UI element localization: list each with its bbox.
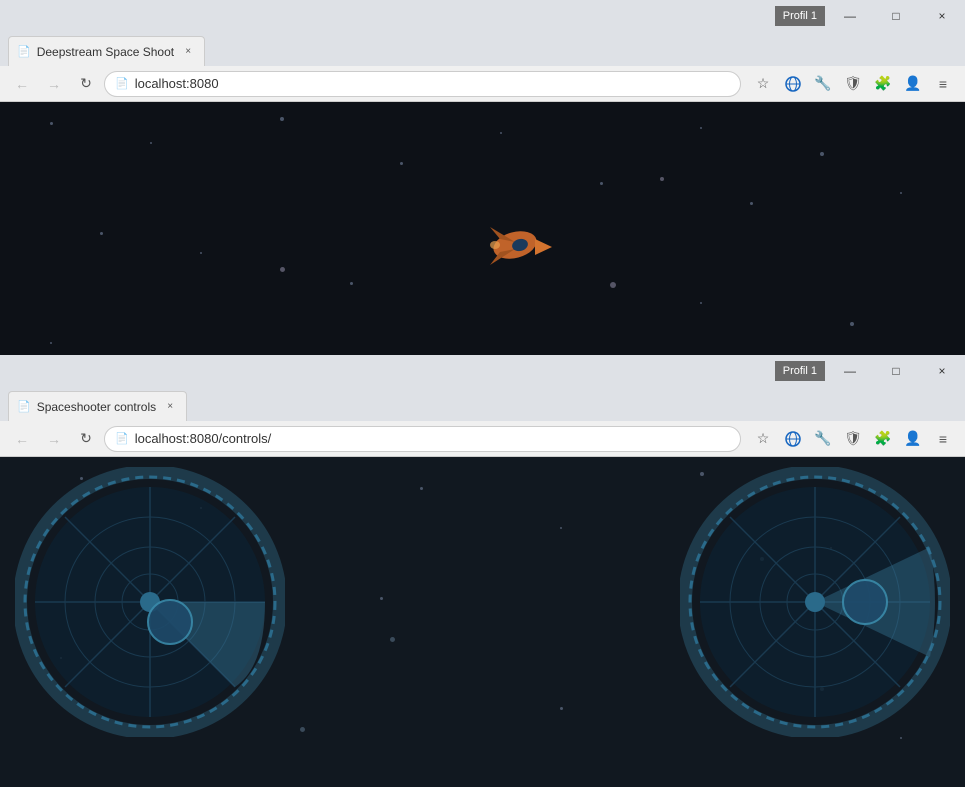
star [560, 527, 562, 529]
close-button-1[interactable]: × [919, 0, 965, 32]
title-bar-right-1: Profil 1 — □ × [775, 0, 965, 32]
profile-icon-1[interactable]: 👤 [899, 70, 927, 98]
profile-badge-2[interactable]: Profil 1 [775, 361, 825, 381]
back-button-2[interactable]: ← [8, 425, 36, 453]
star [380, 597, 383, 600]
forward-button-2[interactable]: → [40, 425, 68, 453]
minimize-button-2[interactable]: — [827, 355, 873, 387]
right-joystick[interactable] [680, 467, 950, 737]
bookmark-button-1[interactable]: ☆ [749, 70, 777, 98]
url-text-2: localhost:8080/controls/ [135, 431, 272, 446]
close-button-2[interactable]: × [919, 355, 965, 387]
extensions-icon-2[interactable]: 🧩 [869, 425, 897, 453]
profile-icon-2[interactable]: 👤 [899, 425, 927, 453]
reload-button-2[interactable]: ↻ [72, 425, 100, 453]
browser-window-2: Profil 1 — □ × 📄 Spaceshooter controls ×… [0, 355, 965, 787]
new-tab-button-2[interactable] [191, 393, 219, 421]
toolbar-icons-2: ☆ 🔧 🛡 🧩 👤 ≡ [749, 425, 957, 453]
tab-bar-2: 📄 Spaceshooter controls × [0, 387, 965, 421]
star [750, 202, 753, 205]
globe-icon-1[interactable] [779, 70, 807, 98]
shield-icon-1[interactable]: 🛡 [839, 70, 867, 98]
minimize-button-1[interactable]: — [827, 0, 873, 32]
tab-close-1[interactable]: × [180, 44, 196, 60]
star [820, 152, 824, 156]
browser-window-1: Profil 1 — □ × 📄 Deepstream Space Shoot … [0, 0, 965, 362]
star [400, 162, 403, 165]
maximize-button-2[interactable]: □ [873, 355, 919, 387]
star [200, 252, 202, 254]
page-icon-2: 📄 [115, 432, 129, 445]
asteroid [610, 282, 616, 288]
star [50, 342, 52, 344]
tab-2[interactable]: 📄 Spaceshooter controls × [8, 391, 187, 421]
star [100, 232, 103, 235]
tab-1[interactable]: 📄 Deepstream Space Shoot × [8, 36, 205, 66]
back-button-1[interactable]: ← [8, 70, 36, 98]
menu-button-2[interactable]: ≡ [929, 425, 957, 453]
shield-icon-2[interactable]: 🛡 [839, 425, 867, 453]
asteroid [660, 177, 664, 181]
bookmark-button-2[interactable]: ☆ [749, 425, 777, 453]
tab-title-1: Deepstream Space Shoot [37, 45, 174, 59]
forward-button-1[interactable]: → [40, 70, 68, 98]
star [900, 737, 902, 739]
title-bar-2: Profil 1 — □ × [0, 355, 965, 387]
address-bar-2: ← → ↻ 📄 localhost:8080/controls/ ☆ 🔧 🛡 🧩… [0, 421, 965, 457]
wrench-icon-2[interactable]: 🔧 [809, 425, 837, 453]
star [150, 142, 152, 144]
title-bar-1: Profil 1 — □ × [0, 0, 965, 32]
asteroid [280, 267, 285, 272]
tab-bar-1: 📄 Deepstream Space Shoot × [0, 32, 965, 66]
star [900, 192, 902, 194]
globe-icon-2[interactable] [779, 425, 807, 453]
star [500, 132, 502, 134]
url-text-1: localhost:8080 [135, 76, 219, 91]
url-box-1[interactable]: 📄 localhost:8080 [104, 71, 741, 97]
reload-button-1[interactable]: ↻ [72, 70, 100, 98]
profile-badge-1[interactable]: Profil 1 [775, 6, 825, 26]
star [600, 182, 603, 185]
asteroid [390, 637, 395, 642]
star [560, 707, 563, 710]
controls-canvas[interactable] [0, 457, 965, 787]
star [350, 282, 353, 285]
tab-title-2: Spaceshooter controls [37, 400, 156, 414]
address-bar-1: ← → ↻ 📄 localhost:8080 ☆ 🔧 🛡 🧩 👤 ≡ [0, 66, 965, 102]
game-canvas-1[interactable] [0, 102, 965, 362]
star [50, 122, 53, 125]
title-bar-right-2: Profil 1 — □ × [775, 355, 965, 387]
tab-icon-2: 📄 [17, 400, 31, 413]
extensions-icon-1[interactable]: 🧩 [869, 70, 897, 98]
new-tab-button-1[interactable] [209, 38, 237, 66]
star [280, 117, 284, 121]
toolbar-icons-1: ☆ 🔧 🛡 🧩 👤 ≡ [749, 70, 957, 98]
tab-icon-1: 📄 [17, 45, 31, 58]
star [700, 302, 702, 304]
maximize-button-1[interactable]: □ [873, 0, 919, 32]
wrench-icon-1[interactable]: 🔧 [809, 70, 837, 98]
tab-close-2[interactable]: × [162, 399, 178, 415]
left-joystick[interactable] [15, 467, 285, 737]
star [700, 127, 702, 129]
menu-button-1[interactable]: ≡ [929, 70, 957, 98]
page-icon-1: 📄 [115, 77, 129, 90]
star [420, 487, 423, 490]
spaceship [480, 217, 550, 267]
asteroid [300, 727, 305, 732]
url-box-2[interactable]: 📄 localhost:8080/controls/ [104, 426, 741, 452]
star [850, 322, 854, 326]
